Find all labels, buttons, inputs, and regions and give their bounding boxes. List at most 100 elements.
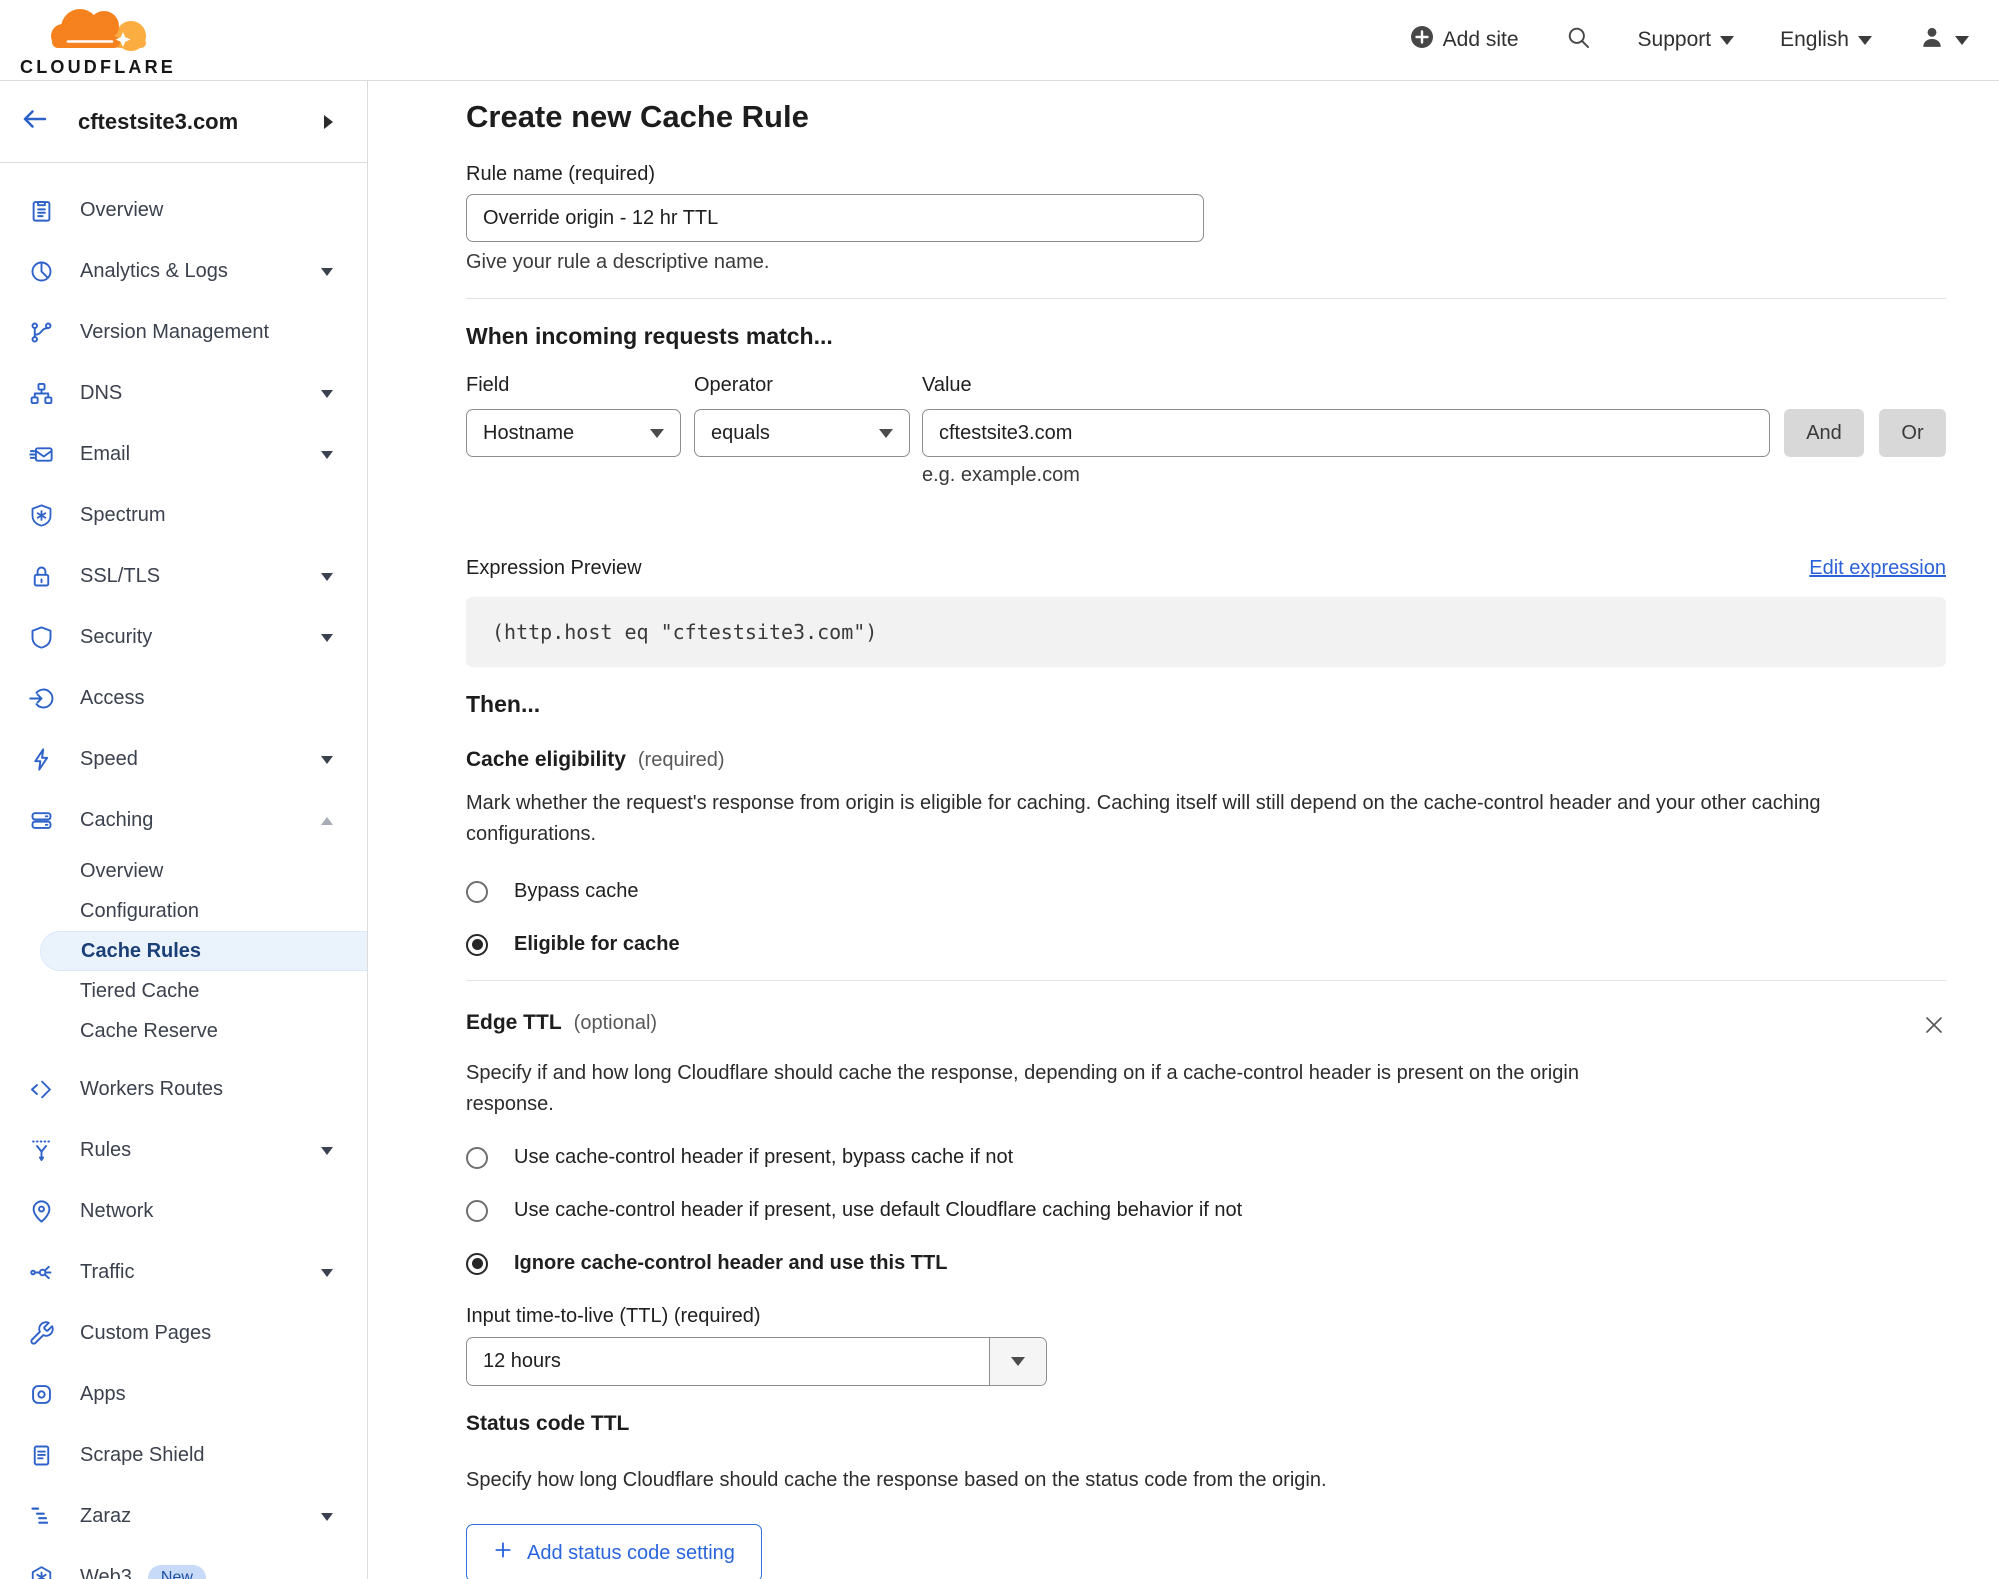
chevron-up-icon	[321, 816, 333, 825]
ttl-select[interactable]: 12 hours	[466, 1337, 1047, 1386]
sidebar-item-caching[interactable]: Caching	[0, 790, 367, 851]
optional-tag: (optional)	[573, 1012, 658, 1034]
chevron-down-icon	[321, 1512, 333, 1521]
sidebar-item-ssl-tls[interactable]: SSL/TLS	[0, 546, 367, 607]
back-arrow-icon[interactable]	[20, 104, 50, 139]
value-input[interactable]	[922, 409, 1770, 457]
chevron-right-icon[interactable]	[324, 114, 333, 129]
radio-icon	[466, 1146, 488, 1169]
sidebar-item-rules[interactable]: Rules	[0, 1120, 367, 1181]
sidebar-item-speed[interactable]: Speed	[0, 729, 367, 790]
radio-eligible-for-cache[interactable]: Eligible for cache	[466, 933, 1946, 956]
sidebar-item-web3[interactable]: Web3 New	[0, 1547, 367, 1579]
document-icon	[28, 1442, 55, 1469]
sidebar-item-zaraz[interactable]: Zaraz	[0, 1486, 367, 1547]
sidebar-item-overview[interactable]: Overview	[0, 180, 367, 241]
cache-eligibility-heading: Cache eligibility	[466, 748, 626, 771]
lock-icon	[28, 563, 55, 590]
shield-icon	[28, 624, 55, 651]
then-heading: Then...	[466, 691, 541, 717]
sidebar-subitem-tiered-cache[interactable]: Tiered Cache	[0, 971, 367, 1011]
chevron-down-icon	[989, 1338, 1046, 1385]
top-bar: CLOUDFLARE Add site Support English	[0, 0, 1999, 81]
chevron-down-icon	[650, 428, 664, 438]
pie-chart-icon	[28, 258, 55, 285]
site-name: cftestsite3.com	[78, 108, 239, 134]
add-site-button[interactable]: Add site	[1410, 25, 1519, 55]
sidebar-subitem-cache-rules[interactable]: Cache Rules	[40, 931, 367, 971]
sidebar-subitem-caching-overview[interactable]: Overview	[0, 851, 367, 891]
chevron-down-icon	[321, 267, 333, 276]
sidebar-subitem-cache-reserve[interactable]: Cache Reserve	[0, 1011, 367, 1051]
sidebar-item-apps[interactable]: Apps	[0, 1364, 367, 1425]
clipboard-icon	[28, 197, 55, 224]
search-icon[interactable]	[1565, 24, 1592, 56]
chevron-down-icon	[321, 572, 333, 581]
sidebar-item-access[interactable]: Access	[0, 668, 367, 729]
operator-select[interactable]: equals	[694, 409, 910, 457]
sidebar-item-dns[interactable]: DNS	[0, 363, 367, 424]
login-icon	[28, 685, 55, 712]
site-header[interactable]: cftestsite3.com	[0, 81, 367, 163]
share-network-icon	[28, 1259, 55, 1286]
ttl-label: Input time-to-live (TTL) (required)	[466, 1305, 761, 1327]
chevron-down-icon	[1720, 35, 1735, 45]
add-status-code-button[interactable]: Add status code setting	[466, 1524, 762, 1579]
sidebar-nav: Overview Analytics & Logs Version Manage…	[0, 163, 367, 1579]
language-menu[interactable]: English	[1780, 28, 1872, 52]
close-icon[interactable]	[1922, 1013, 1946, 1042]
and-button[interactable]: And	[1784, 409, 1864, 457]
edge-ttl-description: Specify if and how long Cloudflare shoul…	[466, 1062, 1579, 1115]
chevron-down-icon	[321, 450, 333, 459]
radio-selected-icon	[466, 1252, 488, 1275]
sidebar-item-email[interactable]: Email	[0, 424, 367, 485]
radio-icon	[466, 1199, 488, 1222]
status-code-ttl-description: Specify how long Cloudflare should cache…	[466, 1469, 1327, 1491]
stacked-bars-icon	[28, 1503, 55, 1530]
operator-label: Operator	[694, 374, 773, 396]
sidebar-item-scrape-shield[interactable]: Scrape Shield	[0, 1425, 367, 1486]
code-brackets-icon	[28, 1076, 55, 1103]
sidebar-item-traffic[interactable]: Traffic	[0, 1242, 367, 1303]
chevron-down-icon	[321, 1268, 333, 1277]
radio-cache-control-bypass[interactable]: Use cache-control header if present, byp…	[466, 1146, 1946, 1169]
branch-icon	[28, 319, 55, 346]
chevron-down-icon	[321, 389, 333, 398]
cloudflare-logo[interactable]: CLOUDFLARE	[18, 2, 178, 78]
hierarchy-icon	[28, 380, 55, 407]
radio-icon	[466, 880, 488, 903]
sidebar-subitem-configuration[interactable]: Configuration	[0, 891, 367, 931]
chevron-down-icon	[1955, 35, 1969, 45]
sidebar-item-workers-routes[interactable]: Workers Routes	[0, 1059, 367, 1120]
section-divider	[466, 298, 1946, 299]
edge-ttl-heading: Edge TTL	[466, 1011, 562, 1034]
account-menu[interactable]	[1918, 23, 1969, 57]
hexagon-node-icon	[28, 1564, 55, 1579]
support-menu[interactable]: Support	[1638, 28, 1735, 52]
field-select[interactable]: Hostname	[466, 409, 681, 457]
rule-name-input[interactable]	[466, 194, 1204, 242]
value-hint: e.g. example.com	[922, 464, 1080, 486]
or-button[interactable]: Or	[1879, 409, 1946, 457]
chevron-down-icon	[879, 428, 893, 438]
sidebar-item-custom-pages[interactable]: Custom Pages	[0, 1303, 367, 1364]
sidebar-item-spectrum[interactable]: Spectrum	[0, 485, 367, 546]
sidebar-item-network[interactable]: Network	[0, 1181, 367, 1242]
logo-wordmark: CLOUDFLARE	[20, 57, 176, 77]
cache-eligibility-description: Mark whether the request's response from…	[466, 792, 1821, 845]
sidebar-item-version-management[interactable]: Version Management	[0, 302, 367, 363]
user-icon	[1918, 23, 1946, 57]
radio-bypass-cache[interactable]: Bypass cache	[466, 880, 1946, 903]
radio-cache-control-default[interactable]: Use cache-control header if present, use…	[466, 1199, 1946, 1222]
edit-expression-link[interactable]: Edit expression	[1809, 557, 1946, 580]
main-content: Create new Cache Rule Rule name (require…	[368, 81, 1999, 1579]
sidebar-item-security[interactable]: Security	[0, 607, 367, 668]
radio-ignore-cache-control[interactable]: Ignore cache-control header and use this…	[466, 1252, 1946, 1275]
cloudflare-cloud-icon	[38, 2, 158, 59]
field-label: Field	[466, 374, 510, 396]
new-badge: New	[147, 1564, 206, 1579]
chevron-down-icon	[321, 633, 333, 642]
sidebar-item-analytics-logs[interactable]: Analytics & Logs	[0, 241, 367, 302]
filter-icon	[28, 1137, 55, 1164]
page-title: Create new Cache Rule	[466, 99, 809, 134]
